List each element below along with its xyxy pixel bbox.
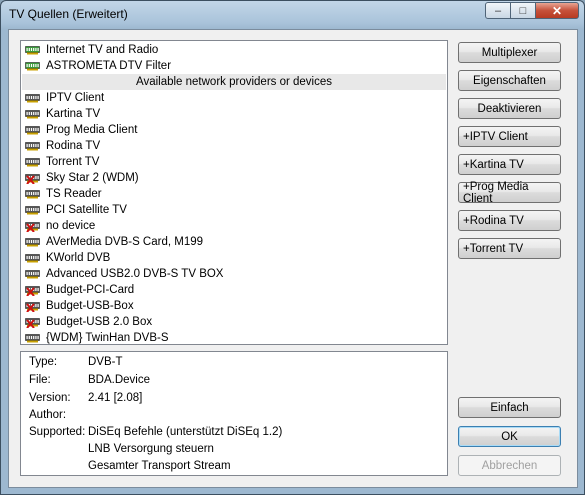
card-disabled-icon [25,174,40,184]
card-icon [25,142,40,151]
green-card-icon [25,46,40,55]
add-prog-media-client-button[interactable]: +Prog Media Client [458,181,561,205]
minimize-icon: – [494,4,502,17]
list-item-label: ASTROMETA DTV Filter [46,60,172,72]
list-item-label: PCI Satellite TV [46,204,127,216]
list-item-label: Rodina TV [46,140,101,152]
title-bar[interactable]: TV Quellen (Erweitert) – □ ✕ [1,1,584,29]
card-icon [25,334,40,343]
list-item-label: Budget-USB-Box [46,300,134,312]
card-icon [25,238,40,247]
card-icon [25,206,40,215]
source-list[interactable]: Internet TV and Radio ASTROMETA DTV Filte… [20,40,448,345]
dialog-window: TV Quellen (Erweitert) – □ ✕ Internet TV… [0,0,585,495]
multiplexer-button[interactable]: Multiplexer [458,42,561,63]
minimize-button[interactable]: – [485,2,511,19]
ok-button[interactable]: OK [458,426,561,447]
add-kartina-tv-button[interactable]: +Kartina TV [458,154,561,175]
list-section-header: Available network providers or devices [22,74,446,90]
card-icon [25,190,40,199]
add-torrent-tv-button[interactable]: +Torrent TV [458,238,561,259]
green-card-icon [25,62,40,71]
card-icon [25,110,40,119]
list-item-label: Budget-PCI-Card [46,284,135,296]
list-item-label: Advanced USB2.0 DVB-S TV BOX [46,268,224,280]
file-label: File: [29,374,51,386]
cancel-button: Abbrechen [458,455,561,476]
supported-label: Supported: [29,426,86,438]
list-item-label: Prog Media Client [46,124,138,136]
card-icon [25,254,40,263]
list-item-label: no device [46,220,96,232]
simple-mode-button[interactable]: Einfach [458,397,561,418]
version-value: 2.41 [2.08] [88,392,143,404]
author-label: Author: [29,409,67,421]
card-disabled-icon [25,222,40,232]
file-value: BDA.Device [88,374,150,386]
add-rodina-tv-button[interactable]: +Rodina TV [458,210,561,231]
properties-button[interactable]: Eigenschaften [458,70,561,91]
type-label: Type: [29,356,58,368]
type-value: DVB-T [88,356,123,368]
card-icon [25,126,40,135]
version-label: Version: [29,392,71,404]
dialog-client-area: Internet TV and Radio ASTROMETA DTV Filte… [8,29,578,488]
card-icon [25,158,40,167]
deactivate-button[interactable]: Deaktivieren [458,98,561,119]
card-disabled-icon [25,302,40,312]
close-button[interactable]: ✕ [535,2,579,19]
supported-value: LNB Versorgung steuern [88,443,214,455]
list-item-label: TS Reader [46,188,102,200]
maximize-icon: □ [519,4,527,17]
list-item-label: Sky Star 2 (WDM) [46,172,139,184]
card-disabled-icon [25,286,40,296]
supported-value: Gesamter Transport Stream [88,460,231,472]
device-info-panel: Type: DVB-T File: BDA.Device Version: 2.… [20,351,448,476]
list-item-label: Torrent TV [46,156,100,168]
list-item-label: Kartina TV [46,108,101,120]
window-title: TV Quellen (Erweitert) [9,7,128,21]
list-item-label: AVerMedia DVB-S Card, M199 [46,236,204,248]
supported-value: DiSEq Befehle (unterstützt DiSEq 1.2) [88,426,283,438]
maximize-button[interactable]: □ [510,2,536,19]
list-item-label: {WDM} TwinHan DVB-S [46,332,169,344]
card-icon [25,270,40,279]
list-item-label: Budget-USB 2.0 Box [46,316,153,328]
list-item-label: IPTV Client [46,92,105,104]
list-item-label: KWorld DVB [46,252,111,264]
card-disabled-icon [25,318,40,328]
add-iptv-client-button[interactable]: +IPTV Client [458,126,561,147]
card-icon [25,94,40,103]
list-item-label: Internet TV and Radio [46,44,159,56]
close-icon: ✕ [551,3,563,18]
